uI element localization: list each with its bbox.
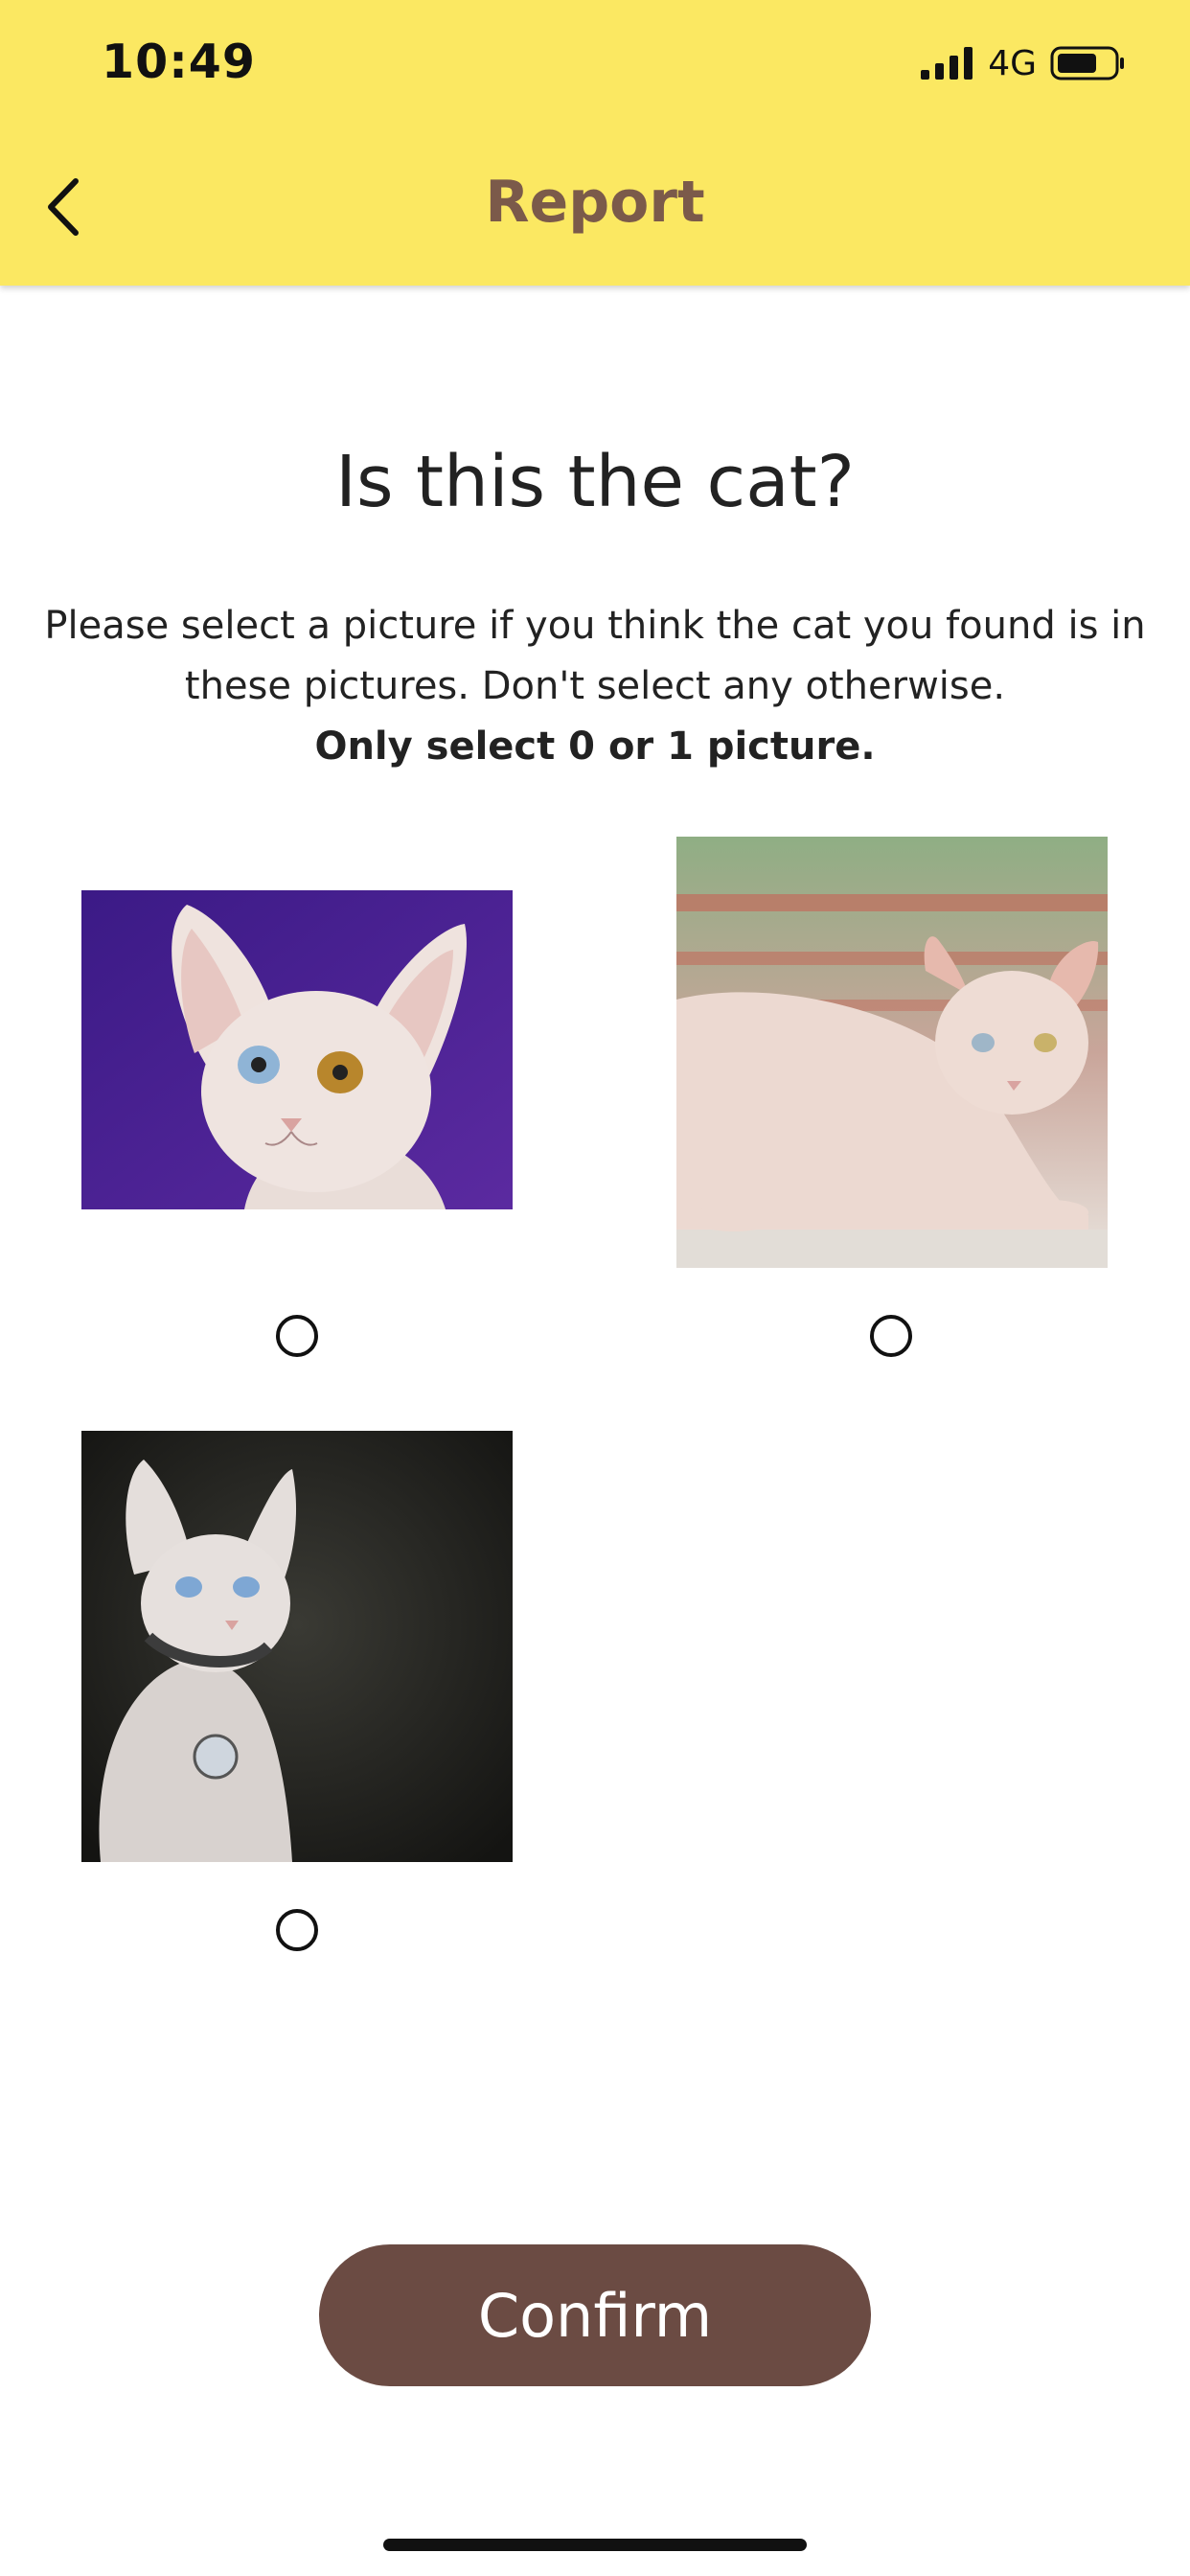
cat-photo-option-2[interactable] [676, 837, 1108, 1268]
home-indicator [383, 2539, 807, 2551]
cat-photo-option-1[interactable] [81, 834, 513, 1265]
select-radio-3[interactable] [276, 1909, 318, 1951]
select-radio-2[interactable] [870, 1315, 912, 1357]
cellular-signal-icon [921, 47, 973, 80]
question-heading: Is this the cat? [335, 441, 855, 523]
network-label: 4G [988, 43, 1037, 83]
report-screen: 10:49 4G Report Is this the cat? Please [0, 0, 1190, 2576]
battery-icon [1050, 46, 1124, 80]
cat-photo-2 [676, 837, 1108, 1268]
cat-photo-3 [81, 1431, 513, 1862]
page-title: Report [485, 169, 705, 236]
cat-photo-option-3[interactable] [81, 1431, 513, 1862]
instruction-text: Please select a picture if you think the… [44, 604, 1146, 708]
app-bar: 10:49 4G Report [0, 0, 1190, 286]
confirm-button[interactable]: Confirm [319, 2244, 871, 2386]
select-radio-1[interactable] [276, 1315, 318, 1357]
instruction-emphasis: Only select 0 or 1 picture. [314, 724, 876, 769]
instructions: Please select a picture if you think the… [19, 596, 1171, 777]
status-time: 10:49 [102, 34, 256, 89]
cat-photo-1 [81, 889, 513, 1209]
status-indicators: 4G [921, 42, 1127, 84]
